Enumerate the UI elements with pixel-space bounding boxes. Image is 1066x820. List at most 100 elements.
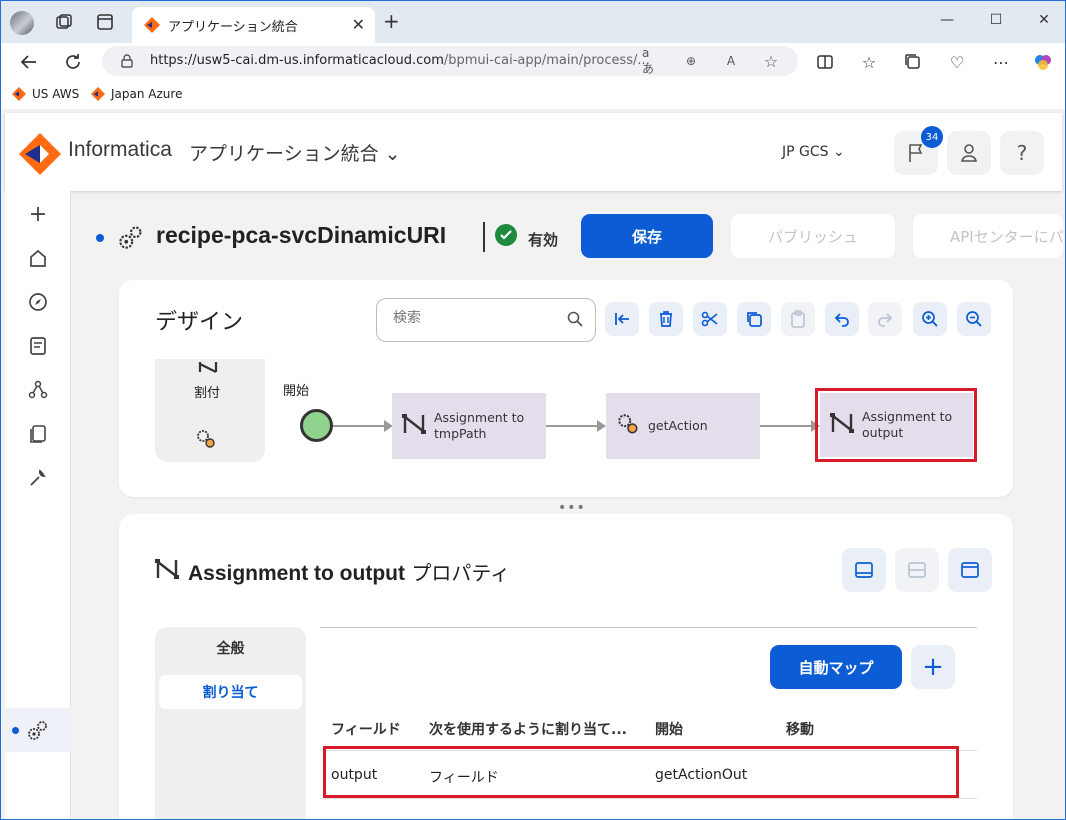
start-node[interactable] xyxy=(300,409,333,442)
address-bar-row: https://usw5-cai.dm-us.informaticacloud.… xyxy=(0,43,1066,81)
connections-icon[interactable] xyxy=(26,378,50,402)
tab-assignments[interactable]: 割り当て xyxy=(159,675,302,709)
unsaved-dot xyxy=(96,234,104,242)
assignment-icon xyxy=(402,413,426,439)
paste-icon[interactable] xyxy=(781,302,815,336)
title-divider xyxy=(483,222,485,252)
panel-top-view-icon[interactable] xyxy=(948,548,992,592)
step-palette: 割付 xyxy=(155,359,265,462)
url-input[interactable]: https://usw5-cai.dm-us.informaticacloud.… xyxy=(102,46,798,76)
properties-tabs: 全般 割り当て xyxy=(155,627,306,820)
copy-icon[interactable] xyxy=(737,302,771,336)
status-label: 有効 xyxy=(528,231,559,249)
connector xyxy=(760,425,812,427)
row-divider xyxy=(320,798,977,799)
panel-bottom-view-icon[interactable] xyxy=(842,548,886,592)
url-text: https://usw5-cai.dm-us.informaticacloud.… xyxy=(150,53,650,68)
new-tab-button[interactable]: + xyxy=(383,11,400,31)
wrench-icon[interactable] xyxy=(26,466,50,490)
user-profile-button[interactable] xyxy=(947,131,991,175)
app-switcher[interactable]: アプリケーション統合 ⌄ xyxy=(189,139,401,166)
informatica-bookmark-icon xyxy=(12,87,26,101)
auto-map-button[interactable]: 自動マップ xyxy=(770,645,902,689)
tab-title: アプリケーション統合 xyxy=(168,20,298,35)
home-icon[interactable] xyxy=(26,246,50,270)
start-label: 開始 xyxy=(283,384,310,399)
collections-icon[interactable] xyxy=(902,51,924,73)
flow-node-getaction[interactable]: getAction xyxy=(606,393,760,459)
user-icon xyxy=(960,144,978,162)
browser-essentials-icon[interactable]: ♡ xyxy=(946,51,968,73)
brand-name: Informatica xyxy=(68,138,172,161)
more-menu-icon[interactable]: ⋯ xyxy=(990,51,1012,73)
add-icon[interactable]: + xyxy=(26,202,50,227)
process-gears-icon xyxy=(118,224,144,254)
bookmarks-bar: US AWS Japan Azure xyxy=(0,81,1066,109)
zoom-in-icon[interactable] xyxy=(913,302,947,336)
lock-icon[interactable] xyxy=(118,52,136,70)
column-header-move: 移動 xyxy=(786,722,814,738)
zoom-out-icon[interactable] xyxy=(957,302,991,336)
close-window-button[interactable]: ✕ xyxy=(1034,12,1054,28)
column-header-assign-using: 次を使用するように割り当て... xyxy=(429,722,627,738)
search-field[interactable] xyxy=(376,298,596,342)
notification-count-badge: 34 xyxy=(921,126,943,148)
assignment-icon xyxy=(155,558,179,584)
org-selector[interactable]: JP GCS ⌄ xyxy=(782,144,845,160)
properties-title: Assignment to output プロパティ xyxy=(188,561,511,585)
refresh-button[interactable] xyxy=(62,51,84,73)
back-button[interactable] xyxy=(18,51,40,73)
redo-icon[interactable] xyxy=(868,302,902,336)
help-button[interactable]: ? xyxy=(1000,131,1044,175)
palette-assignment-label[interactable]: 割付 xyxy=(194,382,220,401)
flow-node-assignment-tmppath[interactable]: Assignment to tmpPath xyxy=(392,393,546,459)
node-label: getAction xyxy=(648,418,708,433)
assignment-icon[interactable] xyxy=(197,359,219,378)
monitor-icon[interactable] xyxy=(26,334,50,358)
read-aloud-icon[interactable]: A xyxy=(722,52,740,70)
panel-split-view-icon[interactable] xyxy=(895,548,939,592)
workspaces-icon[interactable] xyxy=(52,10,76,34)
valid-check-icon xyxy=(495,224,517,246)
service-gears-icon[interactable] xyxy=(195,428,217,454)
publish-button[interactable]: パブリッシュ xyxy=(731,214,895,258)
collapse-left-icon[interactable] xyxy=(605,302,639,336)
profile-avatar[interactable] xyxy=(10,11,34,35)
connector-arrow xyxy=(597,420,606,432)
bookmark-us-aws[interactable]: US AWS xyxy=(12,87,79,101)
split-screen-icon[interactable] xyxy=(814,51,836,73)
search-input[interactable] xyxy=(393,310,563,326)
read-mode-icon[interactable]: aあ xyxy=(642,46,660,76)
catalog-icon[interactable] xyxy=(26,422,50,446)
favorite-star-icon[interactable]: ☆ xyxy=(762,52,780,71)
informatica-bookmark-icon xyxy=(91,87,105,101)
selection-highlight xyxy=(815,388,977,462)
zoom-icon[interactable]: ⊕ xyxy=(682,52,700,70)
save-button[interactable]: 保存 xyxy=(581,214,713,258)
undo-icon[interactable] xyxy=(825,302,859,336)
search-icon[interactable] xyxy=(567,311,583,331)
tab-close-icon[interactable]: ✕ xyxy=(352,15,365,34)
copilot-icon[interactable] xyxy=(1032,51,1054,73)
tab-general[interactable]: 全般 xyxy=(159,631,302,665)
explore-compass-icon[interactable] xyxy=(26,290,50,314)
informatica-favicon-icon xyxy=(144,17,160,37)
process-title: recipe-pca-svcDinamicURI xyxy=(156,222,447,248)
app-header: Informatica アプリケーション統合 ⌄ JP GCS ⌄ ? xyxy=(5,113,1062,191)
favorites-icon[interactable]: ☆ xyxy=(858,51,880,73)
browser-tab-active[interactable]: アプリケーション統合 ✕ xyxy=(132,7,375,43)
maximize-button[interactable]: ☐ xyxy=(986,12,1006,28)
delete-icon[interactable] xyxy=(649,302,683,336)
process-gears-icon[interactable] xyxy=(26,718,50,742)
tab-actions-icon[interactable] xyxy=(93,10,117,34)
flag-icon xyxy=(909,144,923,162)
cut-icon[interactable] xyxy=(693,302,727,336)
minimize-button[interactable]: — xyxy=(937,12,957,28)
connector xyxy=(546,425,598,427)
add-field-button[interactable]: + xyxy=(911,645,955,689)
api-center-button[interactable]: APIセンターにパ xyxy=(913,214,1063,258)
connector xyxy=(333,425,385,427)
left-nav-rail: + xyxy=(5,191,71,820)
bookmark-japan-azure[interactable]: Japan Azure xyxy=(91,87,182,101)
column-header-field: フィールド xyxy=(331,722,401,738)
